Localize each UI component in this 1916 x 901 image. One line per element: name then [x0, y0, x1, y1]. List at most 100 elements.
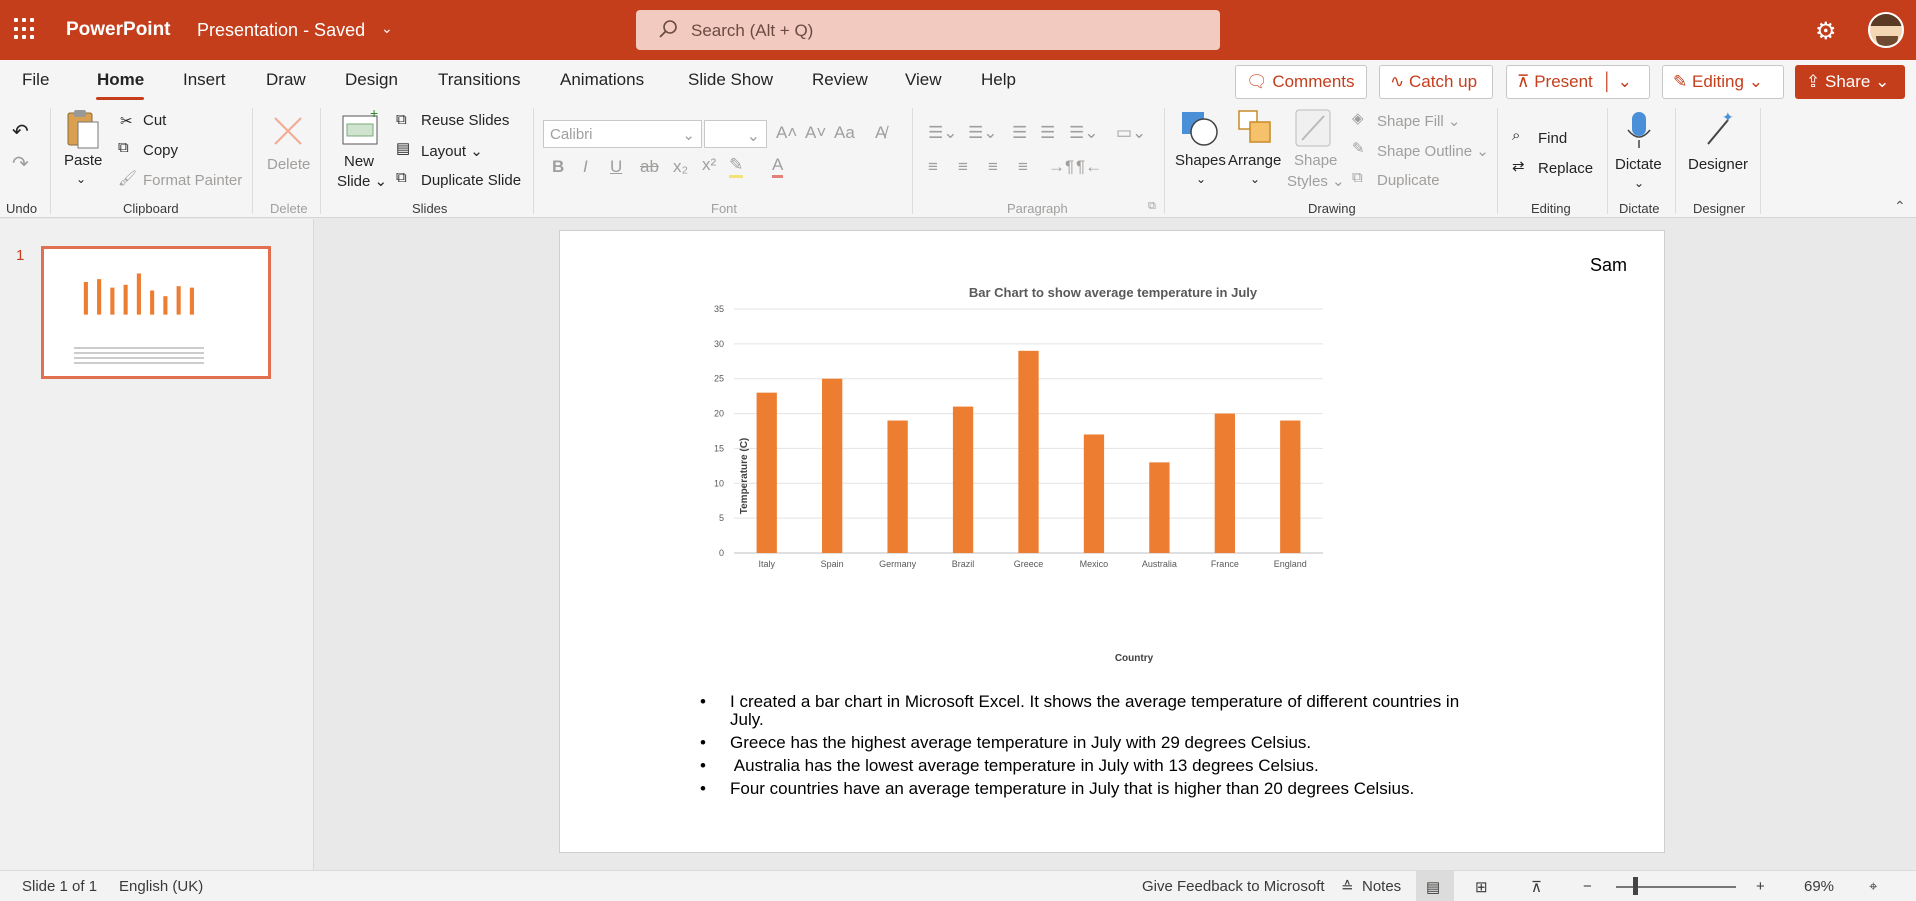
designer-icon[interactable]: ✦ — [1702, 110, 1736, 150]
tab-animations[interactable]: Animations — [560, 70, 644, 90]
bullet-item[interactable]: Four countries have an average temperatu… — [700, 780, 1480, 799]
superscript-icon[interactable]: x² — [702, 155, 716, 175]
gear-icon[interactable]: ⚙ — [1815, 17, 1837, 46]
copy-button[interactable]: Copy — [143, 142, 178, 159]
shape-styles-label-1[interactable]: Shape — [1294, 152, 1337, 169]
chevron-down-icon[interactable]: ⌄ — [76, 172, 86, 186]
arrange-label[interactable]: Arrange — [1228, 152, 1281, 169]
arrange-icon[interactable] — [1236, 108, 1276, 150]
delete-icon[interactable] — [271, 114, 305, 148]
bullets-icon[interactable]: ☰⌄ — [928, 123, 957, 143]
zoom-slider-thumb[interactable] — [1633, 877, 1638, 895]
microphone-icon[interactable] — [1624, 110, 1654, 150]
shape-styles-icon[interactable] — [1294, 108, 1334, 150]
chevron-down-icon[interactable]: ⌄ — [381, 20, 393, 37]
new-slide-label-1[interactable]: New — [344, 153, 374, 170]
undo-icon[interactable]: ↶ — [12, 119, 29, 144]
font-family-select[interactable]: Calibri ⌄ — [543, 120, 702, 148]
highlight-icon[interactable]: ✎ — [729, 155, 744, 178]
chevron-down-icon[interactable]: ⌄ — [1196, 172, 1206, 186]
justify-icon[interactable]: ≡ — [1018, 157, 1028, 177]
tab-draw[interactable]: Draw — [266, 70, 306, 90]
duplicate-button[interactable]: Duplicate — [1377, 172, 1440, 189]
tab-home[interactable]: Home — [97, 70, 144, 90]
present-button[interactable]: ⊼ Present │ ⌄ — [1506, 65, 1650, 99]
increase-indent-icon[interactable]: ☰ — [1040, 123, 1055, 143]
tab-design[interactable]: Design — [345, 70, 398, 90]
shapes-label[interactable]: Shapes — [1175, 152, 1226, 169]
notes-icon[interactable]: ≙ — [1341, 878, 1354, 896]
tab-insert[interactable]: Insert — [183, 70, 226, 90]
reuse-slides-button[interactable]: Reuse Slides — [421, 112, 509, 129]
tab-slide-show[interactable]: Slide Show — [688, 70, 773, 90]
tab-file[interactable]: File — [22, 70, 49, 90]
paste-icon[interactable] — [64, 108, 102, 150]
replace-button[interactable]: Replace — [1538, 160, 1593, 177]
slide-thumbnail[interactable] — [41, 246, 271, 379]
find-button[interactable]: Find — [1538, 130, 1567, 147]
shape-fill-button[interactable]: Shape Fill ⌄ — [1377, 112, 1460, 130]
strikethrough-icon[interactable]: ab — [640, 157, 659, 177]
tab-help[interactable]: Help — [981, 70, 1016, 90]
subscript-icon[interactable]: x₂ — [673, 157, 688, 177]
italic-icon[interactable]: I — [583, 157, 588, 177]
bold-icon[interactable]: B — [552, 157, 564, 177]
rtl-icon[interactable]: ¶← — [1076, 157, 1102, 177]
avatar[interactable] — [1868, 12, 1904, 48]
grow-font-icon[interactable]: A˄ — [776, 123, 797, 143]
shape-styles-label-2[interactable]: Styles ⌄ — [1287, 172, 1345, 190]
delete-button[interactable]: Delete — [267, 156, 310, 173]
collapse-ribbon-icon[interactable]: ⌃ — [1894, 198, 1906, 215]
share-button[interactable]: ⇪ Share ⌄ — [1795, 65, 1905, 99]
font-color-icon[interactable]: A — [772, 155, 784, 178]
app-launcher-icon[interactable] — [14, 18, 36, 40]
decrease-indent-icon[interactable]: ☰ — [1012, 123, 1027, 143]
bar-chart[interactable]: Bar Chart to show average temperature in… — [560, 231, 1666, 671]
bullet-item[interactable]: I created a bar chart in Microsoft Excel… — [700, 693, 1480, 729]
columns-icon[interactable]: ▭⌄ — [1116, 123, 1146, 143]
slide-sorter-icon[interactable]: ⊞ — [1475, 878, 1488, 896]
ltr-icon[interactable]: →¶ — [1048, 157, 1074, 177]
comments-button[interactable]: 🗨 Comments — [1235, 65, 1367, 99]
slide-canvas[interactable]: Sam Bar Chart to show average temperatur… — [559, 230, 1665, 853]
align-left-icon[interactable]: ≡ — [928, 157, 938, 177]
numbering-icon[interactable]: ☰⌄ — [968, 123, 997, 143]
tab-view[interactable]: View — [905, 70, 942, 90]
document-title[interactable]: Presentation - Saved — [197, 20, 365, 41]
clear-formatting-icon[interactable]: A̸ — [875, 123, 886, 143]
zoom-out-icon[interactable]: − — [1583, 878, 1592, 895]
zoom-level[interactable]: 69% — [1804, 878, 1834, 895]
editing-mode-button[interactable]: ✎ Editing ⌄ — [1662, 65, 1784, 99]
format-painter-button[interactable]: Format Painter — [143, 172, 242, 189]
tab-transitions[interactable]: Transitions — [438, 70, 521, 90]
redo-icon[interactable]: ↷ — [12, 151, 29, 176]
font-size-select[interactable]: ⌄ — [704, 120, 767, 148]
language-indicator[interactable]: English (UK) — [119, 878, 203, 895]
dictate-label[interactable]: Dictate — [1615, 156, 1662, 173]
chevron-down-icon[interactable]: ⌄ — [1634, 176, 1644, 190]
duplicate-slide-button[interactable]: Duplicate Slide — [421, 172, 521, 189]
shape-outline-button[interactable]: Shape Outline ⌄ — [1377, 142, 1489, 160]
chevron-down-icon[interactable]: ⌄ — [1250, 172, 1260, 186]
bullet-item[interactable]: Greece has the highest average temperatu… — [700, 734, 1480, 753]
zoom-in-icon[interactable]: + — [1756, 878, 1765, 895]
change-case-icon[interactable]: Aa — [834, 123, 855, 143]
notes-button[interactable]: Notes — [1362, 878, 1401, 895]
bullet-item[interactable]: Australia has the lowest average tempera… — [700, 757, 1480, 776]
normal-view-icon[interactable]: ▤ — [1426, 878, 1440, 896]
shapes-icon[interactable] — [1180, 108, 1220, 150]
search-box[interactable]: Search (Alt + Q) — [636, 10, 1220, 50]
line-spacing-icon[interactable]: ☰⌄ — [1069, 123, 1098, 143]
bullet-list[interactable]: I created a bar chart in Microsoft Excel… — [700, 693, 1480, 803]
designer-button[interactable]: Designer — [1688, 156, 1748, 173]
align-right-icon[interactable]: ≡ — [988, 157, 998, 177]
cut-button[interactable]: Cut — [143, 112, 166, 129]
shrink-font-icon[interactable]: A˅ — [805, 123, 826, 143]
catch-up-button[interactable]: ∿ Catch up — [1379, 65, 1493, 99]
new-slide-label-2[interactable]: Slide ⌄ — [337, 172, 387, 190]
paste-label[interactable]: Paste — [64, 152, 102, 169]
fit-to-window-icon[interactable]: ⌖ — [1869, 878, 1877, 895]
layout-button[interactable]: Layout ⌄ — [421, 142, 483, 160]
tab-review[interactable]: Review — [812, 70, 868, 90]
reading-view-icon[interactable]: ⊼ — [1531, 878, 1542, 896]
